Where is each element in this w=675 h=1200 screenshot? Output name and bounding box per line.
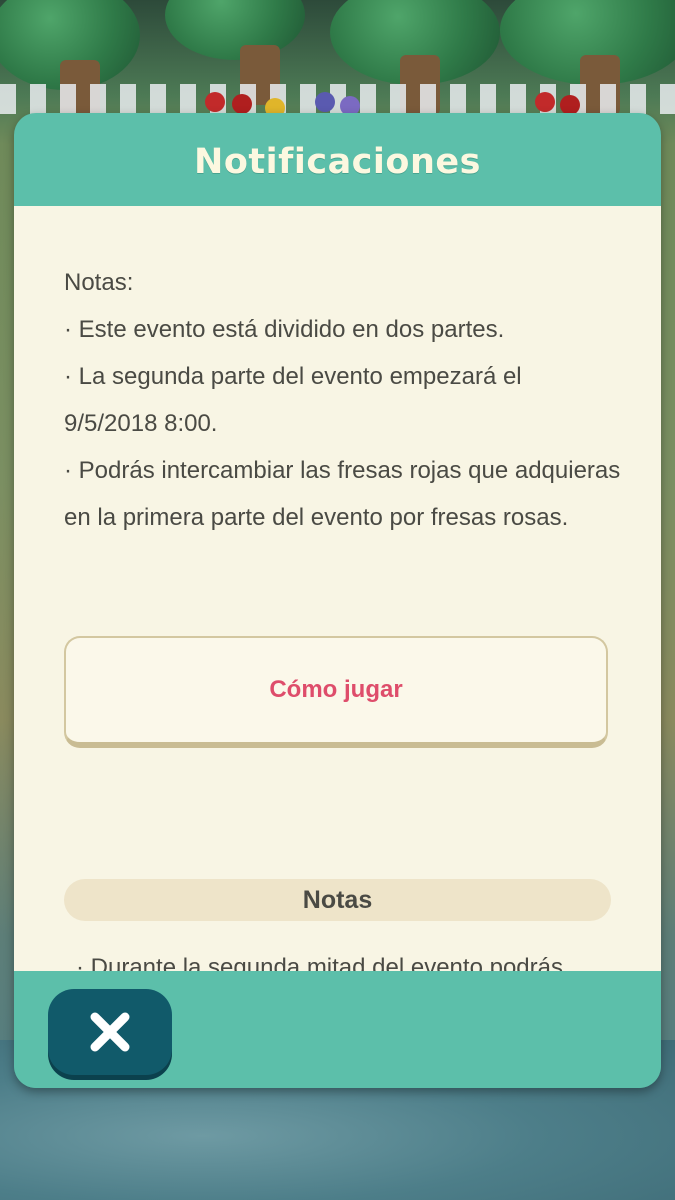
dialog-footer bbox=[14, 971, 661, 1088]
note-item: · Este evento está dividido en dos parte… bbox=[64, 316, 505, 343]
notes-heading: Notas: bbox=[64, 269, 134, 296]
cut-off-text: · Durante la segunda mitad del evento po… bbox=[76, 954, 563, 971]
note-item: · Podrás intercambiar las fresas rojas q… bbox=[64, 457, 621, 531]
flower bbox=[232, 94, 252, 114]
notes-section-header: Notas bbox=[64, 879, 611, 921]
flower bbox=[560, 95, 580, 115]
flower bbox=[315, 92, 335, 112]
dialog-header: Notificaciones bbox=[14, 113, 661, 206]
tree bbox=[165, 0, 305, 60]
notes-text: Notas: · Este evento está dividido en do… bbox=[64, 259, 621, 541]
note-item: · La segunda parte del evento empezará e… bbox=[64, 363, 522, 437]
how-to-play-button[interactable]: Cómo jugar bbox=[64, 636, 608, 748]
flower bbox=[535, 92, 555, 112]
notifications-dialog: Notificaciones Notas: · Este evento está… bbox=[14, 113, 661, 1088]
dialog-body[interactable]: Notas: · Este evento está dividido en do… bbox=[14, 206, 661, 971]
how-to-play-label: Cómo jugar bbox=[269, 676, 403, 703]
close-button[interactable] bbox=[48, 989, 172, 1075]
close-icon bbox=[90, 1012, 130, 1052]
notes-section-title: Notas bbox=[302, 885, 373, 914]
flower bbox=[205, 92, 225, 112]
dialog-title: Notificaciones bbox=[194, 141, 481, 182]
